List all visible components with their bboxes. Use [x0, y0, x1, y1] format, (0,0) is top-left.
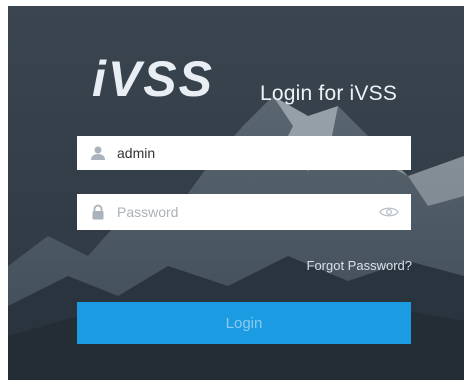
- svg-text:iVSS: iVSS: [92, 51, 214, 106]
- username-field[interactable]: [77, 136, 411, 170]
- username-input[interactable]: [117, 136, 367, 170]
- lock-icon: [92, 204, 104, 220]
- password-input[interactable]: [117, 194, 367, 230]
- forgot-password-link[interactable]: Forgot Password?: [307, 258, 413, 273]
- ivss-logo: iVSS: [92, 51, 214, 106]
- password-field[interactable]: [77, 194, 411, 230]
- user-icon: [91, 146, 105, 160]
- login-screen: iVSS Login for iVSS Forgot Password? Log…: [8, 6, 464, 380]
- login-button[interactable]: Login: [77, 302, 411, 344]
- eye-icon[interactable]: [379, 206, 399, 218]
- login-title: Login for iVSS: [260, 82, 398, 105]
